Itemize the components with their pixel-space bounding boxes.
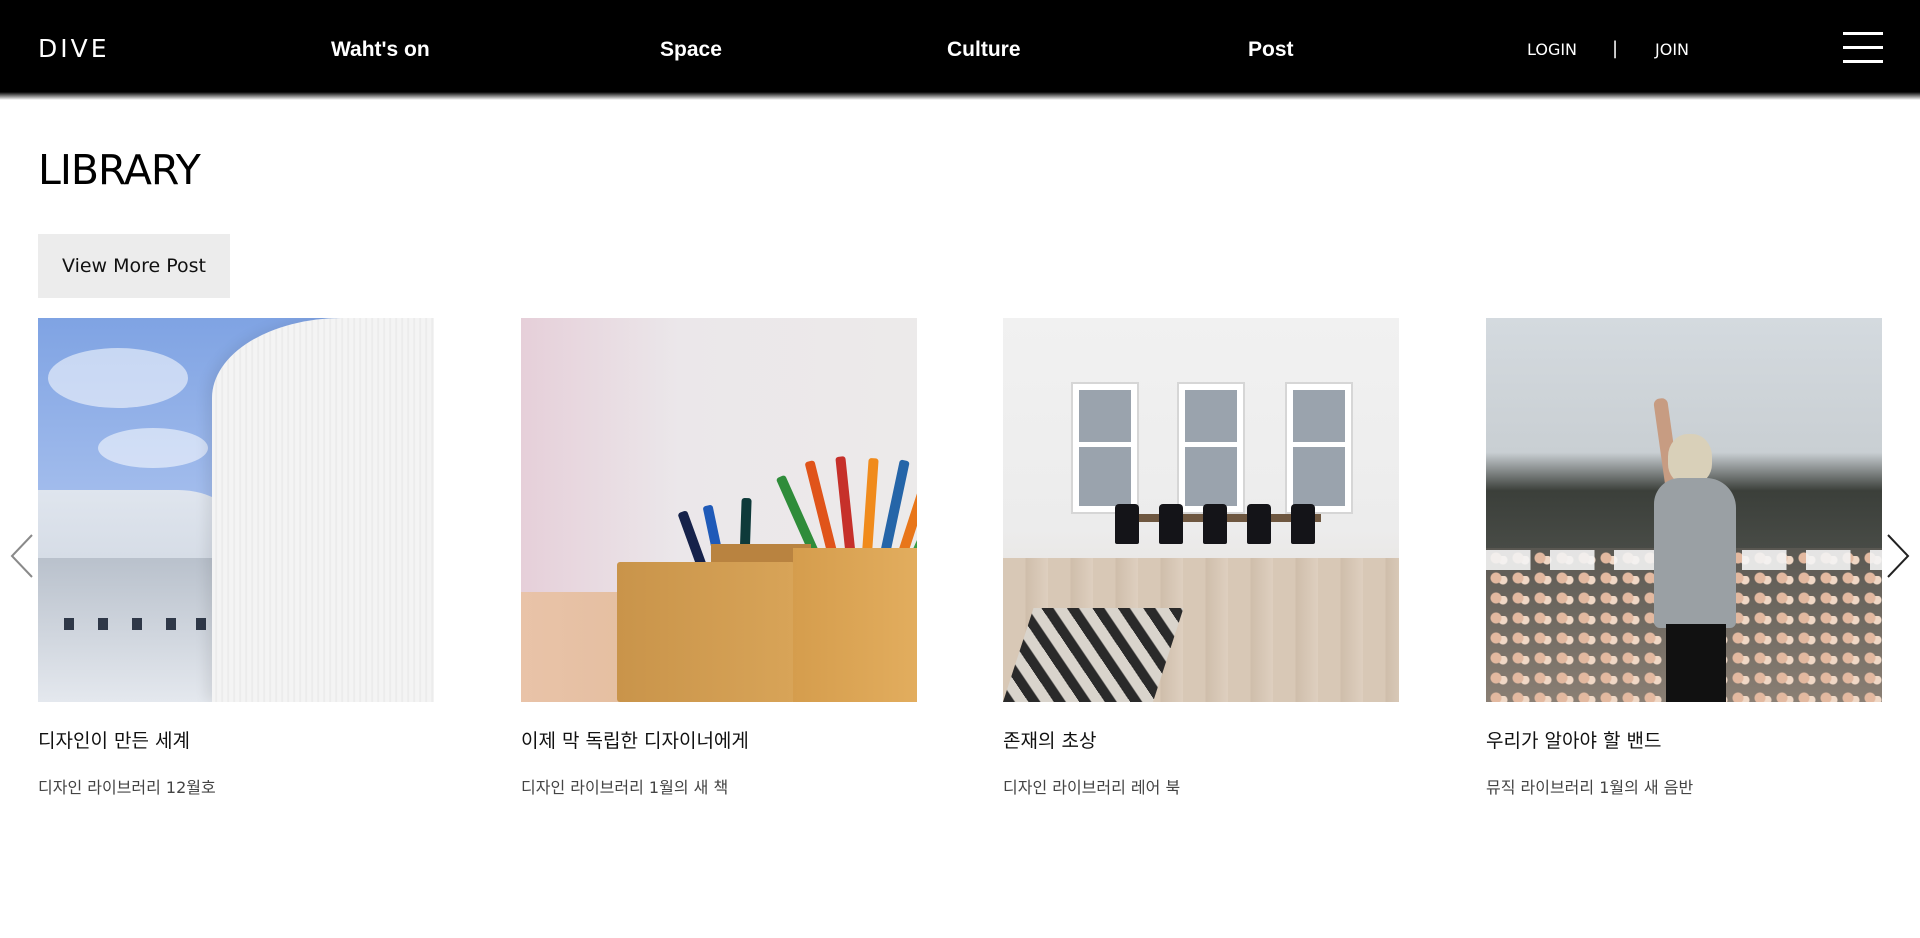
post-card-1[interactable]: 디자인이 만든 세계 디자인 라이브러리 12월호 bbox=[38, 318, 434, 797]
post-card-image[interactable] bbox=[1003, 318, 1399, 702]
view-more-post-button[interactable]: View More Post bbox=[38, 234, 230, 298]
post-card-subtitle: 디자인 라이브러리 레어 북 bbox=[1003, 778, 1181, 797]
nav-item-space[interactable]: Space bbox=[660, 38, 722, 62]
post-card-subtitle: 디자인 라이브러리 1월의 새 책 bbox=[521, 778, 729, 797]
post-card-3[interactable]: 존재의 초상 디자인 라이브러리 레어 북 bbox=[1003, 318, 1399, 797]
hamburger-icon[interactable] bbox=[1843, 32, 1883, 64]
post-card-2[interactable]: 이제 막 독립한 디자이너에게 디자인 라이브러리 1월의 새 책 bbox=[521, 318, 917, 797]
post-card-image[interactable] bbox=[1486, 318, 1882, 702]
nav-item-whats-on[interactable]: Waht's on bbox=[331, 38, 430, 62]
login-link[interactable]: LOGIN bbox=[1527, 40, 1577, 59]
chevron-left-icon[interactable] bbox=[8, 532, 36, 580]
post-card-title[interactable]: 이제 막 독립한 디자이너에게 bbox=[521, 726, 749, 753]
post-card-image[interactable] bbox=[38, 318, 434, 702]
post-card-title[interactable]: 존재의 초상 bbox=[1003, 726, 1096, 753]
post-card-title[interactable]: 우리가 알아야 할 밴드 bbox=[1486, 726, 1661, 753]
page-title: LIBRARY bbox=[38, 146, 201, 194]
site-logo[interactable]: DIVE bbox=[38, 34, 110, 63]
nav-item-culture[interactable]: Culture bbox=[947, 38, 1021, 62]
top-navigation-bar: DIVE Waht's on Space Culture Post LOGIN … bbox=[0, 0, 1920, 100]
post-card-image[interactable] bbox=[521, 318, 917, 702]
chevron-right-icon[interactable] bbox=[1884, 532, 1912, 580]
post-card-subtitle: 뮤직 라이브러리 1월의 새 음반 bbox=[1486, 778, 1694, 797]
join-link[interactable]: JOIN bbox=[1655, 40, 1689, 59]
post-card-subtitle: 디자인 라이브러리 12월호 bbox=[38, 778, 216, 797]
auth-separator: | bbox=[1612, 38, 1619, 59]
nav-item-post[interactable]: Post bbox=[1248, 38, 1294, 62]
post-card-title[interactable]: 디자인이 만든 세계 bbox=[38, 726, 190, 753]
post-card-4[interactable]: 우리가 알아야 할 밴드 뮤직 라이브러리 1월의 새 음반 bbox=[1486, 318, 1882, 797]
